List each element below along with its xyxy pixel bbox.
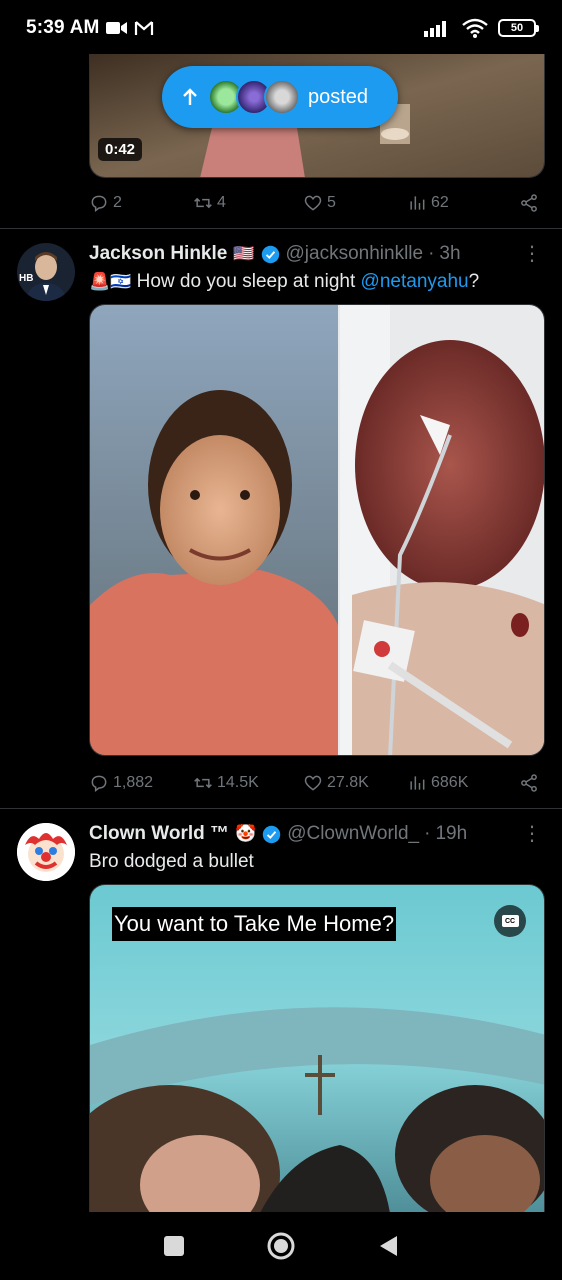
status-bar: 5:39 AM 50 (0, 0, 562, 56)
handle[interactable]: @jacksonhinklle (286, 243, 424, 265)
verified-badge-icon (262, 825, 281, 844)
reply-icon (91, 775, 107, 792)
tweet2-header: Jackson Hinkle 🇺🇸 @jacksonhinklle · 3h ⋮ (89, 241, 542, 267)
views-icon (410, 776, 425, 790)
more-options-icon[interactable]: ⋮ (522, 824, 542, 844)
views-icon (410, 196, 425, 210)
tweet-time: 19h (435, 823, 468, 844)
video-duration: 0:42 (98, 138, 143, 161)
verified-badge-icon (261, 245, 280, 264)
divider (0, 808, 562, 809)
more-options-icon[interactable]: ⋮ (522, 244, 542, 264)
back-icon (380, 1236, 398, 1256)
time-separator: · (428, 243, 435, 264)
time-separator: · (424, 823, 431, 844)
home-button[interactable] (261, 1226, 301, 1266)
recents-icon (163, 1236, 184, 1256)
heart-icon (304, 775, 322, 791)
like-button[interactable]: 5 (303, 193, 407, 213)
like-count: 27.8K (327, 774, 369, 791)
reply-button[interactable]: 1,882 (89, 773, 193, 793)
share-icon (521, 774, 537, 792)
closed-captions-button[interactable]: CC (494, 905, 526, 937)
tweet2-image[interactable] (89, 304, 545, 756)
retweet-icon (194, 197, 212, 209)
tweet-body: How do you sleep at night (131, 271, 361, 292)
posted-label: posted (308, 85, 369, 108)
gmail-icon (134, 21, 153, 35)
status-time: 5:39 AM (26, 17, 100, 38)
tweet-suffix: ? (468, 271, 480, 292)
like-button[interactable]: 27.8K (303, 773, 407, 793)
alarm-israel-emojis: 🚨🇮🇱 (89, 272, 132, 291)
reply-button[interactable]: 2 (89, 193, 193, 213)
retweet-button[interactable]: 14.5K (193, 773, 303, 793)
reply-count: 1,882 (113, 774, 154, 791)
us-flag-emoji: 🇺🇸 (233, 244, 255, 263)
views-button[interactable]: 686K (407, 773, 515, 793)
like-count: 5 (327, 194, 336, 211)
clown-emoji: 🤡 (235, 824, 257, 843)
recents-button[interactable] (154, 1226, 194, 1266)
avatar-clown-world[interactable] (17, 823, 75, 881)
battery-level: 50 (510, 22, 524, 34)
cc-icon: CC (501, 915, 519, 927)
tweet2-actions: 1,882 14.5K 27.8K 686K (89, 768, 539, 798)
display-name[interactable]: Jackson Hinkle (89, 243, 227, 265)
display-name[interactable]: Clown World ™ (89, 823, 229, 845)
retweet-button[interactable]: 4 (193, 193, 303, 213)
retweet-count: 4 (217, 194, 226, 211)
mention-link[interactable]: @netanyahu (361, 271, 469, 292)
wifi-icon (462, 18, 488, 38)
reply-count: 2 (113, 194, 122, 211)
home-icon (267, 1232, 295, 1260)
tweet3-header: Clown World ™ 🤡 @ClownWorld_ · 19h ⋮ (89, 821, 542, 847)
photo-collage (90, 305, 544, 755)
views-count: 62 (431, 194, 449, 211)
avatar-jackson-hinkle[interactable]: HB (17, 243, 75, 301)
up-arrow-icon (183, 88, 197, 105)
video-camera-icon (105, 22, 127, 34)
views-button[interactable]: 62 (407, 193, 515, 213)
video-caption: You want to Take Me Home? (112, 907, 397, 941)
handle[interactable]: @ClownWorld_ (287, 823, 419, 845)
retweet-count: 14.5K (217, 774, 259, 791)
new-posts-pill[interactable]: posted (162, 66, 398, 128)
system-nav-bar (0, 1212, 562, 1280)
retweet-icon (194, 777, 212, 789)
svg-text:HB: HB (19, 273, 33, 284)
tweet2-text: 🚨🇮🇱 How do you sleep at night @netanyahu… (89, 269, 546, 295)
heart-icon (304, 195, 322, 211)
battery-icon: 50 (498, 19, 539, 37)
signal-icon (424, 21, 446, 37)
back-button[interactable] (368, 1226, 408, 1266)
views-count: 686K (431, 774, 469, 791)
pill-avatar-3 (264, 79, 300, 115)
share-button[interactable] (519, 773, 539, 793)
share-button[interactable] (519, 193, 539, 213)
share-icon (521, 194, 537, 212)
tweet1-actions: 2 4 5 62 (89, 188, 539, 218)
reply-icon (91, 195, 107, 212)
divider (0, 228, 562, 229)
tweet-time: 3h (439, 243, 461, 264)
tweet3-video[interactable]: You want to Take Me Home? CC (89, 884, 545, 1212)
tweet3-text: Bro dodged a bullet (89, 851, 254, 872)
